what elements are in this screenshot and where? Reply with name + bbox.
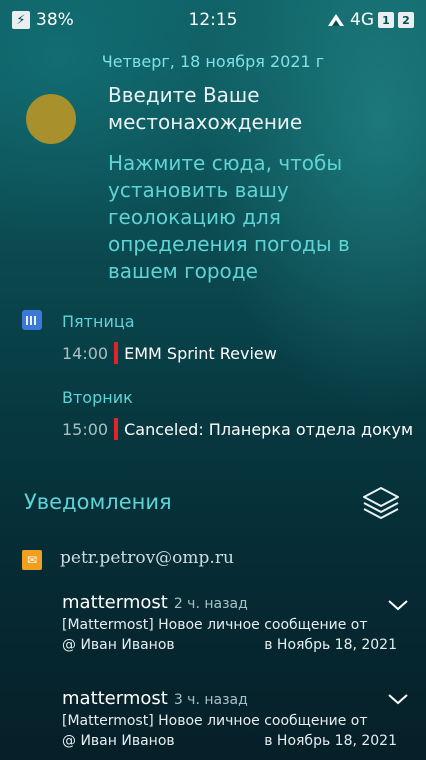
- sun-icon[interactable]: [26, 94, 76, 144]
- chevron-down-icon[interactable]: [386, 596, 410, 614]
- chevron-down-icon[interactable]: [386, 690, 410, 708]
- notification-time: 2 ч. назад: [173, 596, 248, 612]
- account-email: petr.petrov@omp.ru: [60, 548, 234, 568]
- notification-time: 3 ч. назад: [173, 692, 248, 708]
- notification-app-name: mattermost: [62, 688, 168, 709]
- network-type: 4G: [350, 10, 374, 30]
- notification-app[interactable]: mattermost 3 ч. назад: [62, 688, 248, 709]
- notification-body: [Mattermost] Новое личное сообщение от: [62, 617, 368, 633]
- notification-meta: @ Иван Иванов в Ноябрь 18, 2021: [62, 637, 397, 653]
- calendar-day-label: Вторник: [62, 388, 133, 407]
- location-prompt[interactable]: Введите Ваше местонахождение: [108, 82, 398, 136]
- status-bar: ⚡ 38% 12:15 4G 1 2: [0, 0, 426, 40]
- notification-meta: @ Иван Иванов в Ноябрь 18, 2021: [62, 733, 397, 749]
- sim1-icon: 1: [378, 12, 394, 28]
- calendar-event[interactable]: 15:00 Canceled: Планерка отдела докум: [62, 418, 426, 440]
- event-marker: [114, 342, 119, 364]
- event-time: 15:00: [62, 419, 109, 439]
- notification-app[interactable]: mattermost 2 ч. назад: [62, 592, 248, 613]
- event-title: Canceled: Планерка отдела докум: [124, 419, 414, 439]
- calendar-event[interactable]: 14:00 EMM Sprint Review: [62, 342, 277, 364]
- notifications-heading: Уведомления: [24, 490, 172, 514]
- signal-icon: [328, 14, 344, 26]
- notification-date: в Ноябрь 18, 2021: [264, 637, 397, 653]
- calendar-icon: [22, 310, 42, 330]
- mail-app-icon: ✉: [22, 550, 42, 570]
- sim2-icon: 2: [398, 12, 414, 28]
- current-date: Четверг, 18 ноября 2021 г: [101, 52, 325, 71]
- notification-body: [Mattermost] Новое личное сообщение от: [62, 713, 368, 729]
- notification-sender: @ Иван Иванов: [62, 733, 175, 749]
- network-indicator: 4G 1 2: [326, 10, 414, 30]
- location-hint[interactable]: Нажмите сюда, чтобы установить вашу геол…: [108, 150, 408, 285]
- event-marker: [114, 418, 119, 440]
- notification-date: в Ноябрь 18, 2021: [264, 733, 397, 749]
- event-time: 14:00: [62, 343, 109, 363]
- notification-sender: @ Иван Иванов: [62, 637, 175, 653]
- notification-app-name: mattermost: [62, 592, 168, 613]
- event-title: EMM Sprint Review: [124, 343, 277, 363]
- layers-icon[interactable]: [360, 484, 402, 524]
- calendar-day-label: Пятница: [62, 312, 135, 331]
